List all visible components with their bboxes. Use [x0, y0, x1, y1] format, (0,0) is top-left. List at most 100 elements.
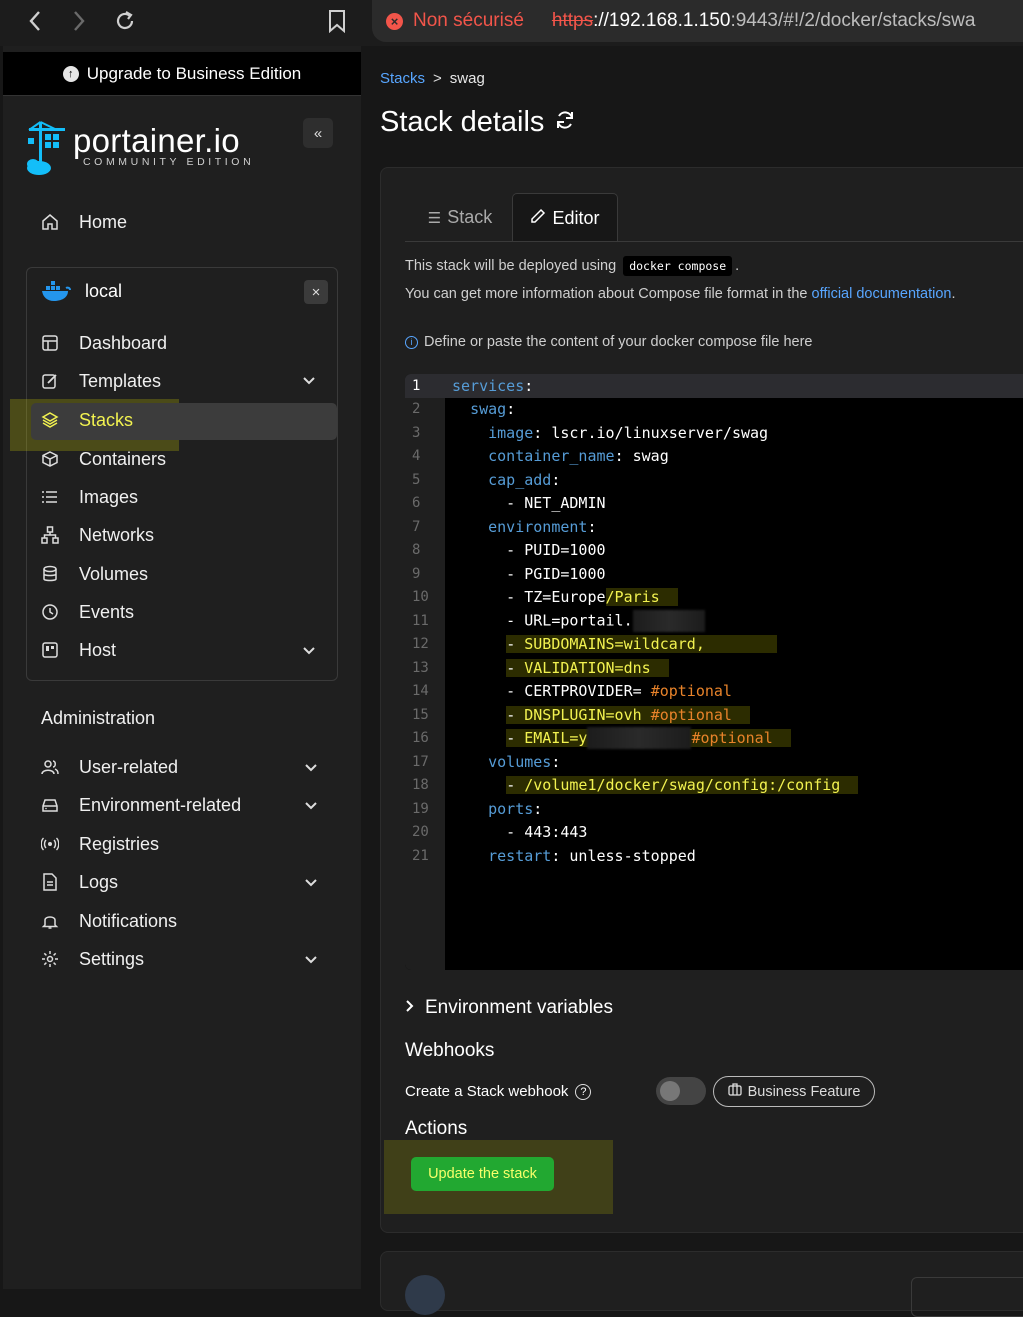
chevron-down-icon[interactable]: [301, 373, 317, 389]
insecure-warning-icon: ×: [386, 12, 403, 30]
yaml-value-highlighted: EMAIL=y: [524, 728, 588, 747]
briefcase-icon: [727, 1083, 742, 1100]
upgrade-label: Upgrade to Business Edition: [86, 63, 302, 83]
sidebar-item-logs[interactable]: Logs: [39, 864, 118, 900]
code-line[interactable]: 7 environment:: [405, 515, 1023, 539]
sidebar-item-label: Templates: [79, 370, 162, 391]
chevron-down-icon[interactable]: [303, 798, 319, 814]
yaml-value: CERTPROVIDER=: [524, 682, 642, 701]
reload-icon[interactable]: [110, 6, 140, 36]
webhook-toggle[interactable]: [656, 1077, 706, 1105]
code-line[interactable]: 17 volumes:: [405, 750, 1023, 774]
sidebar-item-templates[interactable]: Templates: [39, 363, 161, 399]
yaml-value: PUID=1000: [524, 541, 606, 560]
tab-editor[interactable]: Editor: [512, 193, 618, 242]
sidebar-item-label: Events: [79, 601, 135, 622]
chevron-down-icon[interactable]: [303, 875, 319, 891]
chevron-down-icon[interactable]: [303, 760, 319, 776]
code-line[interactable]: 6 - NET_ADMIN: [405, 492, 1023, 516]
close-icon: ×: [311, 283, 321, 301]
yaml-value: PGID=1000: [524, 564, 606, 583]
code-line[interactable]: 19 ports:: [405, 797, 1023, 821]
breadcrumb-link-stacks[interactable]: Stacks: [380, 70, 425, 87]
code-line[interactable]: 14 - CERTPROVIDER= #optional: [405, 680, 1023, 704]
yaml-value-highlighted: /volume1/docker/swag/config:/config: [524, 776, 841, 795]
code-line[interactable]: 9 - PGID=1000: [405, 562, 1023, 586]
line-number: 19: [412, 800, 429, 817]
sidebar-item-label: Images: [79, 486, 139, 507]
code-line[interactable]: 15 - DNSPLUGIN=ovh #optional: [405, 703, 1023, 727]
line-number: 6: [412, 495, 421, 512]
layers-icon: [39, 409, 61, 431]
help-icon[interactable]: ?: [575, 1083, 592, 1100]
upgrade-arrow-icon: ↑: [62, 65, 79, 82]
docker-whale-icon: [42, 281, 71, 301]
upgrade-banner[interactable]: ↑ Upgrade to Business Edition: [3, 52, 361, 96]
yaml-value: swag: [632, 447, 669, 466]
yaml-value: 443:443: [524, 823, 588, 842]
address-bar[interactable]: × Non sécurisé https://192.168.1.150:944…: [372, 0, 1023, 42]
actions-heading: Actions: [405, 1118, 468, 1139]
deploy-info-text: This stack will be deployed using docker…: [405, 256, 739, 276]
line-number: 5: [412, 471, 421, 488]
refresh-icon[interactable]: [554, 106, 576, 139]
collapse-sidebar-button[interactable]: «: [303, 118, 333, 148]
code-line[interactable]: 11 - URL=portail.: [405, 609, 1023, 633]
sidebar-item-environment-related[interactable]: Environment-related: [39, 787, 241, 823]
sidebar-item-networks[interactable]: Networks: [39, 517, 154, 553]
code-line[interactable]: 4 container_name: swag: [405, 445, 1023, 469]
yaml-value-highlighted: SUBDOMAINS=wildcard,: [524, 635, 705, 654]
sidebar-item-dashboard[interactable]: Dashboard: [39, 325, 167, 361]
code-line[interactable]: 20 - 443:443: [405, 821, 1023, 845]
line-number: 11: [412, 612, 429, 629]
tab-stack[interactable]: ☰ Stack: [405, 193, 515, 242]
edit-template-icon: [39, 370, 61, 392]
line-number: 15: [412, 706, 429, 723]
official-documentation-link[interactable]: official documentation: [812, 286, 952, 302]
sidebar-item-stacks[interactable]: Stacks: [39, 402, 133, 438]
sidebar-item-home[interactable]: Home: [39, 204, 127, 240]
sidebar-item-volumes[interactable]: Volumes: [39, 556, 148, 592]
code-line[interactable]: 18 - /volume1/docker/swag/config:/config: [405, 774, 1023, 798]
business-feature-badge[interactable]: Business Feature: [713, 1076, 875, 1107]
back-icon[interactable]: [20, 6, 50, 36]
chevron-down-icon[interactable]: [301, 643, 317, 659]
sidebar-item-notifications[interactable]: Notifications: [39, 903, 177, 939]
update-stack-button[interactable]: Update the stack: [411, 1157, 554, 1191]
code-line[interactable]: 5 cap_add:: [405, 468, 1023, 492]
line-number: 8: [412, 542, 421, 559]
code-line[interactable]: 3 image: lscr.io/linuxserver/swag: [405, 421, 1023, 445]
sidebar-item-host[interactable]: Host: [39, 632, 116, 668]
sidebar-item-user-related[interactable]: User-related: [39, 749, 178, 785]
code-line[interactable]: 2 swag:: [405, 398, 1023, 422]
breadcrumb: Stacks > swag: [380, 70, 485, 87]
code-line[interactable]: 21 restart: unless-stopped: [405, 844, 1023, 868]
list-icon: [39, 486, 61, 508]
code-line[interactable]: 12 - SUBDOMAINS=wildcard,: [405, 633, 1023, 657]
chevron-down-icon[interactable]: [303, 952, 319, 968]
code-line[interactable]: 16 - EMAIL=y #optional: [405, 727, 1023, 751]
forward-icon[interactable]: [64, 6, 94, 36]
sidebar-item-events[interactable]: Events: [39, 594, 134, 630]
sidebar-item-settings[interactable]: Settings: [39, 941, 144, 977]
sidebar-item-label: Dashboard: [79, 332, 168, 353]
close-environment-button[interactable]: ×: [304, 280, 328, 304]
line-number: 20: [412, 824, 429, 841]
code-line[interactable]: 13 - VALIDATION=dns: [405, 656, 1023, 680]
compose-docs-post: .: [951, 286, 956, 302]
sidebar-item-label: Logs: [79, 871, 119, 892]
line-number: 16: [412, 730, 429, 747]
sidebar-item-registries[interactable]: Registries: [39, 826, 159, 862]
yaml-value: TZ=Europe: [524, 588, 606, 607]
code-line[interactable]: 1 services:: [405, 374, 1023, 398]
environment-panel: local × Dashboard Templates Stacks Conta…: [10, 267, 338, 681]
create-webhook-label: Create a Stack webhook ?: [405, 1083, 592, 1100]
environment-variables-toggle[interactable]: Environment variables: [405, 997, 613, 1019]
sidebar-item-containers[interactable]: Containers: [39, 441, 166, 477]
bookmark-icon[interactable]: [322, 6, 352, 36]
code-line[interactable]: 8 - PUID=1000: [405, 539, 1023, 563]
compose-code-editor[interactable]: 1 services: 2 swag: 3 image: lscr.io/lin…: [405, 374, 1023, 970]
code-line[interactable]: 10 - TZ=Europe/Paris: [405, 586, 1023, 610]
portainer-logo[interactable]: portainer.io COMMUNITY EDITION: [25, 120, 265, 180]
sidebar-item-images[interactable]: Images: [39, 479, 138, 515]
